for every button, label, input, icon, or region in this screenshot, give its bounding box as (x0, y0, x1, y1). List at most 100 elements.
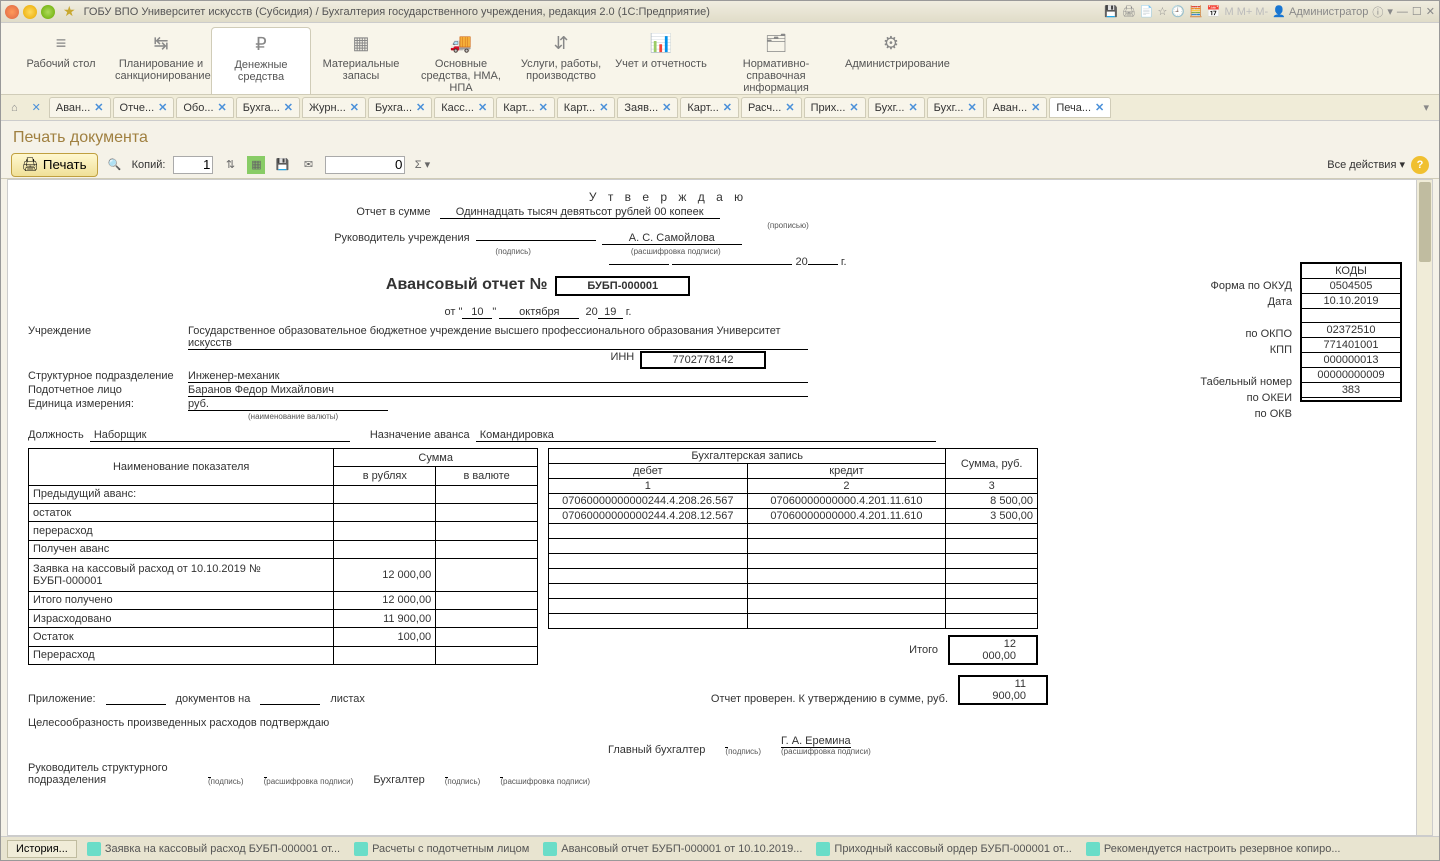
save-icon[interactable]: 💾 (1104, 5, 1118, 18)
window-min-btn[interactable] (23, 5, 37, 19)
tab-11[interactable]: Расч...✕ (741, 97, 802, 118)
tab-close-icon[interactable]: ✕ (599, 101, 608, 114)
restore-icon[interactable]: — (1397, 6, 1408, 18)
sum-input[interactable] (325, 156, 405, 174)
nav-planning[interactable]: ↹Планирование и санкционирование (111, 27, 211, 94)
favorite-icon[interactable]: ★ (63, 3, 76, 20)
tab-14[interactable]: Бухг...✕ (927, 97, 984, 118)
nav-ribbon: ≡Рабочий стол ↹Планирование и санкционир… (1, 23, 1439, 95)
nav-reference[interactable]: 🗂Нормативно-справочная информация (711, 27, 841, 94)
copies-input[interactable] (173, 156, 213, 174)
table-icon[interactable]: ▦ (247, 156, 265, 174)
table-row: Заявка на кассовый расход от 10.10.2019 … (29, 558, 538, 591)
tab-close-icon[interactable]: ✕ (662, 101, 671, 114)
tabs-row: ⌂ ✕ Аван...✕Отче...✕Обо...✕Бухга...✕Журн… (1, 95, 1439, 121)
tab-close-icon[interactable]: ✕ (908, 101, 917, 114)
help-button[interactable]: ? (1411, 156, 1429, 174)
save-tb-icon[interactable]: 💾 (273, 156, 291, 174)
tab-close-icon[interactable]: ✕ (539, 101, 548, 114)
tab-close-icon[interactable]: ✕ (1031, 101, 1040, 114)
statusbar-item[interactable]: Расчеты с подотчетным лицом (348, 840, 535, 858)
document-area[interactable]: У т в е р ж д а ю Отчет в сумме Одиннадц… (7, 179, 1433, 836)
print-icon[interactable]: 🖨 (1122, 5, 1136, 18)
tab-close-icon[interactable]: ✕ (350, 101, 359, 114)
user-label[interactable]: 👤 Администратор (1272, 5, 1368, 18)
calc-icon[interactable]: 🧮 (1189, 5, 1203, 18)
tab-5[interactable]: Бухга...✕ (368, 97, 432, 118)
menu-icon: ≡ (15, 33, 107, 54)
tab-close-icon[interactable]: ✕ (785, 101, 794, 114)
nav-assets[interactable]: 🚚Основные средства, НМА, НПА (411, 27, 511, 94)
tab-2[interactable]: Обо...✕ (176, 97, 233, 118)
tab-1[interactable]: Отче...✕ (113, 97, 175, 118)
max-icon[interactable]: ☐ (1412, 5, 1422, 18)
tab-16[interactable]: Печа...✕ (1049, 97, 1111, 118)
tab-8[interactable]: Карт...✕ (557, 97, 616, 118)
gear-icon: ⚙ (845, 33, 937, 54)
spinner-icon[interactable]: ⇅ (221, 156, 239, 174)
tab-close-icon[interactable]: ✕ (416, 101, 425, 114)
tab-7[interactable]: Карт...✕ (496, 97, 555, 118)
tab-6[interactable]: Касс...✕ (434, 97, 494, 118)
tab-close-icon[interactable]: ✕ (284, 101, 293, 114)
tab-9[interactable]: Заяв...✕ (617, 97, 678, 118)
propis-note: (прописью) (528, 221, 1048, 230)
close-icon[interactable]: ✕ (1426, 5, 1435, 18)
nav-report[interactable]: 📊Учет и отчетность (611, 27, 711, 94)
statusbar-item[interactable]: Приходный кассовый ордер БУБП-000001 от.… (810, 840, 1077, 858)
window-close-btn[interactable] (5, 5, 19, 19)
head-label: Руководитель учреждения (334, 232, 469, 244)
tab-close-icon[interactable]: ✕ (723, 101, 732, 114)
tab-home-icon[interactable]: ⌂ (5, 99, 24, 117)
info-icon[interactable]: ⓘ (1372, 4, 1383, 20)
doc-icon (816, 842, 830, 856)
tab-close-icon[interactable]: ✕ (218, 101, 227, 114)
nav-admin[interactable]: ⚙Администрирование (841, 27, 941, 94)
sigma-icon[interactable]: Σ ▾ (413, 156, 431, 174)
nav-money[interactable]: ₽Денежные средства (211, 27, 311, 94)
tab-close-icon[interactable]: ✕ (478, 101, 487, 114)
doc-number: БУБП-000001 (555, 276, 690, 296)
tab-4[interactable]: Журн...✕ (302, 97, 366, 118)
nav-services[interactable]: ⇵Услуги, работы, производство (511, 27, 611, 94)
mail-icon[interactable]: ✉ (299, 156, 317, 174)
nav-materials[interactable]: ▦Материальные запасы (311, 27, 411, 94)
cal-icon[interactable]: 📅 (1207, 5, 1221, 18)
tab-3[interactable]: Бухга...✕ (236, 97, 300, 118)
all-actions-link[interactable]: Все действия ▾ (1327, 158, 1405, 171)
star-icon[interactable]: ☆ (1158, 5, 1168, 18)
tab-close-icon[interactable]: ✕ (849, 101, 858, 114)
statusbar-item[interactable]: Рекомендуется настроить резервное копиро… (1080, 840, 1347, 858)
doc-icon (354, 842, 368, 856)
tab-more-icon[interactable]: ▾ (1417, 98, 1435, 117)
nav-desktop[interactable]: ≡Рабочий стол (11, 27, 111, 94)
tab-close-icon[interactable]: ✕ (1095, 101, 1104, 114)
print-button[interactable]: 🖨 Печать (11, 153, 98, 177)
statusbar-item[interactable]: Авансовый отчет БУБП-000001 от 10.10.201… (537, 840, 808, 858)
tab-15[interactable]: Аван...✕ (986, 97, 1048, 118)
grid-icon: ▦ (315, 33, 407, 54)
tab-close-icon[interactable]: ✕ (968, 101, 977, 114)
table-row: Остаток100,00 (29, 628, 538, 646)
scrollbar-vertical[interactable] (1416, 180, 1432, 835)
tab-13[interactable]: Бухг...✕ (868, 97, 925, 118)
tab-0[interactable]: Аван...✕ (49, 97, 111, 118)
table-row: Предыдущий аванс: (29, 485, 538, 503)
table-row: Перерасход (29, 646, 538, 664)
tab-close-icon[interactable]: ✕ (158, 101, 167, 114)
doc-title: Авансовый отчет № (386, 276, 548, 294)
doc-icon[interactable]: 📄 (1140, 5, 1154, 18)
accounting-table: Бухгалтерская записьСумма, руб. дебеткре… (548, 448, 1038, 629)
statusbar-item[interactable]: Заявка на кассовый расход БУБП-000001 от… (81, 840, 346, 858)
clock-icon[interactable]: 🕘 (1171, 5, 1185, 18)
table-row: Получен аванс (29, 540, 538, 558)
preview-icon[interactable]: 🔍 (106, 156, 124, 174)
tab-12[interactable]: Прих...✕ (804, 97, 866, 118)
folder-icon: 🗂 (715, 33, 837, 54)
history-button[interactable]: История... (7, 840, 77, 858)
tab-close-icon[interactable]: ✕ (94, 101, 103, 114)
tab-10[interactable]: Карт...✕ (680, 97, 739, 118)
tab-close-all[interactable]: ✕ (26, 98, 47, 117)
min-icon[interactable]: ▾ (1387, 5, 1393, 18)
window-max-btn[interactable] (41, 5, 55, 19)
